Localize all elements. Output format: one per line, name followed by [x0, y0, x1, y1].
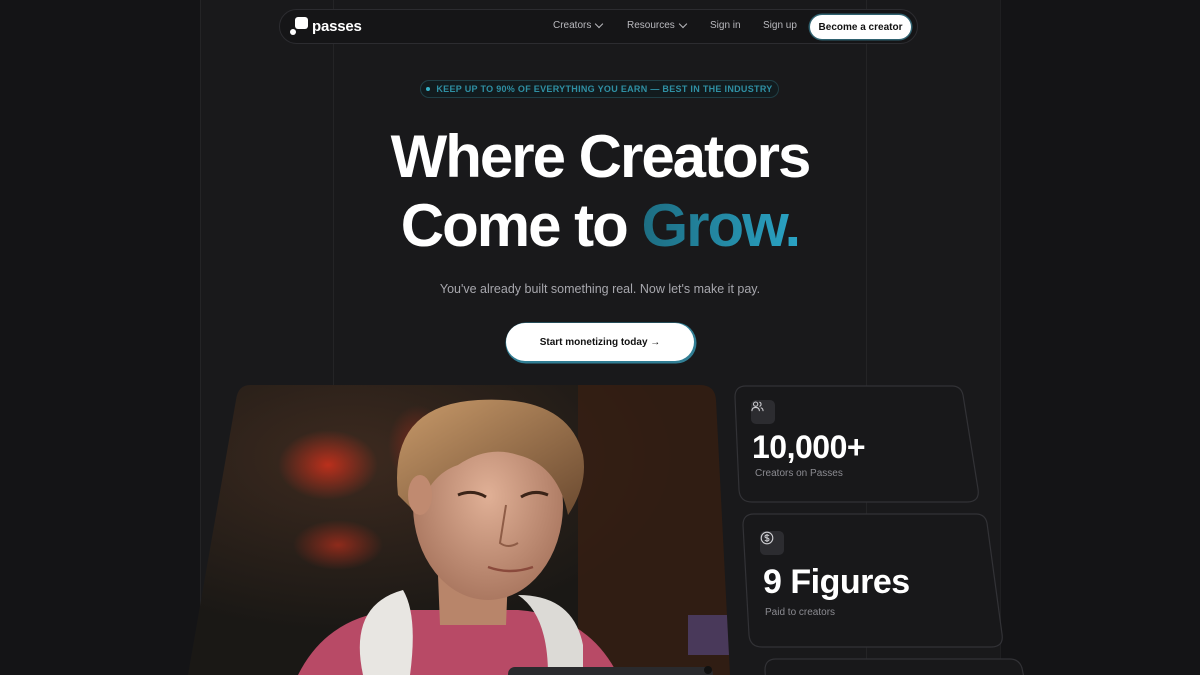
- creator-photo-image: [188, 385, 730, 675]
- stat-value: 9 Figures: [763, 563, 910, 601]
- background-panel-left: [0, 0, 200, 675]
- top-nav: passes Creators Resources Sign in Sign u…: [279, 9, 918, 44]
- nav-item-creators[interactable]: Creators: [553, 19, 604, 31]
- users-icon: [751, 400, 775, 424]
- stat-label: Paid to creators: [765, 607, 836, 618]
- promo-badge: KEEP UP TO 90% OF EVERYTHING YOU EARN — …: [420, 80, 779, 98]
- nav-item-sign-in[interactable]: Sign in: [710, 20, 741, 31]
- chevron-down-icon: [595, 19, 604, 29]
- start-monetizing-button[interactable]: Start monetizing today →: [506, 323, 694, 361]
- nav-item-resources[interactable]: Resources: [627, 19, 688, 31]
- logo-text: passes: [312, 17, 362, 35]
- card-outline: [764, 658, 1025, 675]
- badge-dot-icon: [426, 87, 431, 91]
- nav-item-label: Sign up: [763, 20, 797, 31]
- badge-text: KEEP UP TO 90% OF EVERYTHING YOU EARN — …: [436, 84, 773, 94]
- nav-item-label: Sign in: [710, 20, 741, 31]
- logo-icon: [290, 16, 308, 36]
- stat-value: 10,000+: [752, 429, 866, 465]
- hero-title-prefix: Come to: [400, 192, 642, 259]
- hero-title-highlight: Grow.: [641, 192, 801, 259]
- nav-item-label: Creators: [553, 20, 592, 31]
- stat-card-creators: 10,000+ Creators on Passes: [734, 385, 980, 503]
- stat-card-partial: [764, 658, 1026, 675]
- logo[interactable]: passes: [290, 16, 362, 36]
- background-panel-right: [1000, 0, 1200, 675]
- become-creator-button[interactable]: Become a creator: [810, 15, 911, 39]
- stat-label: Creators on Passes: [755, 468, 843, 479]
- hero-title-line2: Come to Grow.: [300, 196, 900, 256]
- hero-title-line1: Where Creators: [390, 123, 812, 190]
- dollar-circle-icon: [760, 531, 784, 555]
- nav-item-label: Resources: [627, 20, 675, 31]
- nav-item-sign-up[interactable]: Sign up: [763, 20, 797, 31]
- hero-subtitle: You've already built something real. Now…: [439, 282, 761, 296]
- hero-photo: [188, 385, 730, 675]
- chevron-down-icon: [678, 19, 688, 29]
- stat-card-payouts: 9 Figures Paid to creators: [742, 513, 1004, 648]
